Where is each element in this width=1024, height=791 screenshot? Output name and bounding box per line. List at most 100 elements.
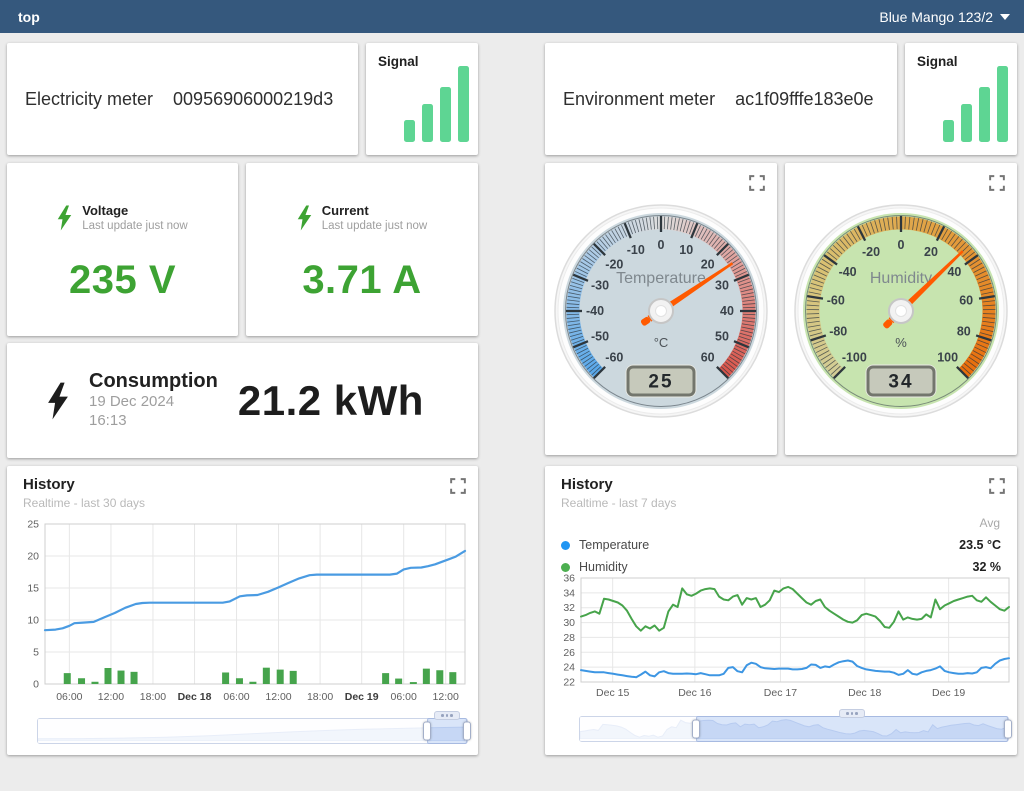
gauge-scale-label: 80	[957, 324, 971, 338]
gauge-scale-label: -30	[591, 279, 609, 293]
energy-history-chart[interactable]: 051015202506:0012:0018:00Dec 1806:0012:0…	[15, 516, 472, 712]
navigator-selected-range[interactable]	[696, 716, 1008, 742]
x-axis-tick-label: 06:00	[391, 691, 417, 703]
consumption-bar	[78, 678, 85, 684]
electricity-meter-id: 00956906000219d3	[173, 89, 333, 110]
voltage-card: Voltage Last update just now 235 V	[7, 163, 238, 336]
legend-dot-icon	[561, 541, 570, 550]
environment-history-card: History Realtime - last 7 days Avg Tempe…	[545, 466, 1017, 755]
current-value: 3.71 A	[302, 258, 421, 303]
signal-bar	[997, 66, 1008, 142]
gauge-scale-label: -50	[591, 329, 609, 343]
environment-meter-id: ac1f09fffe183e0e	[735, 89, 873, 110]
electricity-meter-name: Electricity meter	[25, 89, 153, 110]
signal-bar	[404, 120, 415, 142]
signal-bar	[458, 66, 469, 142]
consumption-bar	[91, 682, 98, 684]
environment-history-time-navigator[interactable]	[579, 716, 1009, 742]
consumption-bar	[436, 670, 443, 684]
device-selector[interactable]: Blue Mango 123/2	[879, 9, 1010, 25]
signal-bar	[422, 104, 433, 142]
navigator-right-handle[interactable]	[1004, 720, 1012, 739]
gauge-scale-label: -10	[627, 243, 645, 257]
signal-bar	[979, 87, 990, 142]
consumption-bar	[118, 671, 125, 684]
x-axis-tick-label: 06:00	[223, 691, 249, 703]
consumption-bar	[410, 682, 417, 684]
temperature-gauge: -60-50-40-30-20-100102030405060Temperatu…	[545, 191, 777, 453]
chevron-down-icon	[1000, 14, 1010, 20]
consumption-bar	[449, 672, 456, 684]
consumption-bar	[263, 668, 270, 684]
dashboard: Electricity meter 00956906000219d3 Signa…	[0, 33, 1024, 791]
x-axis-tick-label: Dec 17	[764, 687, 797, 699]
y-axis-tick-label: 20	[27, 551, 39, 563]
lightning-bolt-icon	[297, 205, 312, 231]
consumption-bar	[382, 673, 389, 684]
navigator-unselected-region	[580, 717, 696, 741]
navigator-left-handle[interactable]	[692, 720, 700, 739]
consumption-value: 21.2 kWh	[218, 377, 444, 425]
gauge-scale-label: 0	[898, 238, 905, 252]
consumption-bar	[131, 672, 138, 684]
humidity-gauge-card: -100-80-60-40-20020406080100Humidity%34	[785, 163, 1017, 455]
y-axis-tick-label: 25	[27, 519, 39, 531]
lightning-bolt-icon	[57, 205, 72, 231]
fullscreen-expand-icon[interactable]	[749, 175, 765, 191]
history-subtitle: Realtime - last 7 days	[561, 496, 676, 510]
consumption-bar	[277, 670, 284, 684]
y-axis-tick-label: 32	[563, 602, 575, 614]
gauge-scale-label: 40	[947, 265, 961, 279]
x-axis-tick-label: Dec 19	[932, 687, 965, 699]
consumption-title: Consumption	[89, 370, 218, 393]
navigator-selected-range[interactable]	[427, 718, 467, 744]
consumption-bar	[395, 679, 402, 684]
energy-line-series	[45, 551, 465, 630]
y-axis-tick-label: 30	[563, 617, 575, 629]
legend-item[interactable]: Temperature 23.5 °C	[561, 534, 1001, 556]
temperature-gauge-card: -60-50-40-30-20-100102030405060Temperatu…	[545, 163, 777, 455]
y-axis-tick-label: 10	[27, 615, 39, 627]
gauge-scale-label: 100	[937, 351, 958, 365]
environment-meter-card: Environment meter ac1f09fffe183e0e	[545, 43, 897, 155]
x-axis-tick-label: 18:00	[307, 691, 333, 703]
gauge-scale-label: 10	[679, 243, 693, 257]
gauge-scale-label: 50	[715, 329, 729, 343]
navigator-unselected-region	[38, 719, 427, 743]
fullscreen-expand-icon[interactable]	[989, 478, 1005, 494]
consumption-time: 16:13	[89, 412, 218, 431]
top-bar: top Blue Mango 123/2	[0, 0, 1024, 33]
gauge-lcd-value: 34	[888, 372, 913, 393]
electricity-meter-card: Electricity meter 00956906000219d3	[7, 43, 358, 155]
navigator-left-handle[interactable]	[423, 722, 431, 741]
consumption-bar	[64, 673, 71, 684]
history-title: History	[23, 476, 75, 493]
navigator-drag-grip[interactable]	[839, 709, 865, 718]
voltage-value: 235 V	[69, 258, 176, 303]
lightning-bolt-icon	[47, 382, 69, 420]
y-axis-tick-label: 36	[563, 573, 575, 585]
legend-dot-icon	[561, 563, 570, 572]
y-axis-tick-label: 22	[563, 677, 575, 689]
device-selector-label: Blue Mango 123/2	[879, 9, 993, 25]
fullscreen-expand-icon[interactable]	[989, 175, 1005, 191]
history-title: History	[561, 476, 613, 493]
gauge-units: %	[895, 335, 907, 350]
navigator-right-handle[interactable]	[463, 722, 471, 741]
environment-history-chart[interactable]: 2224262830323436Dec 15Dec 16Dec 17Dec 18…	[549, 572, 1015, 706]
fullscreen-expand-icon[interactable]	[450, 478, 466, 494]
signal-strength-icon	[404, 66, 469, 142]
signal-strength-icon	[943, 66, 1008, 142]
navigator-drag-grip[interactable]	[434, 711, 460, 720]
current-title: Current	[322, 203, 428, 218]
y-axis-tick-label: 5	[33, 647, 39, 659]
energy-history-time-navigator[interactable]	[37, 718, 468, 744]
legend-label: Temperature	[579, 538, 649, 552]
consumption-bar	[236, 678, 243, 684]
legend-avg-value: 23.5 °C	[959, 538, 1001, 552]
x-axis-tick-label: 18:00	[140, 691, 166, 703]
gauge-scale-label: 0	[658, 238, 665, 252]
history-subtitle: Realtime - last 30 days	[23, 496, 145, 510]
x-axis-tick-label: 06:00	[56, 691, 82, 703]
x-axis-tick-label: Dec 18	[178, 691, 212, 703]
